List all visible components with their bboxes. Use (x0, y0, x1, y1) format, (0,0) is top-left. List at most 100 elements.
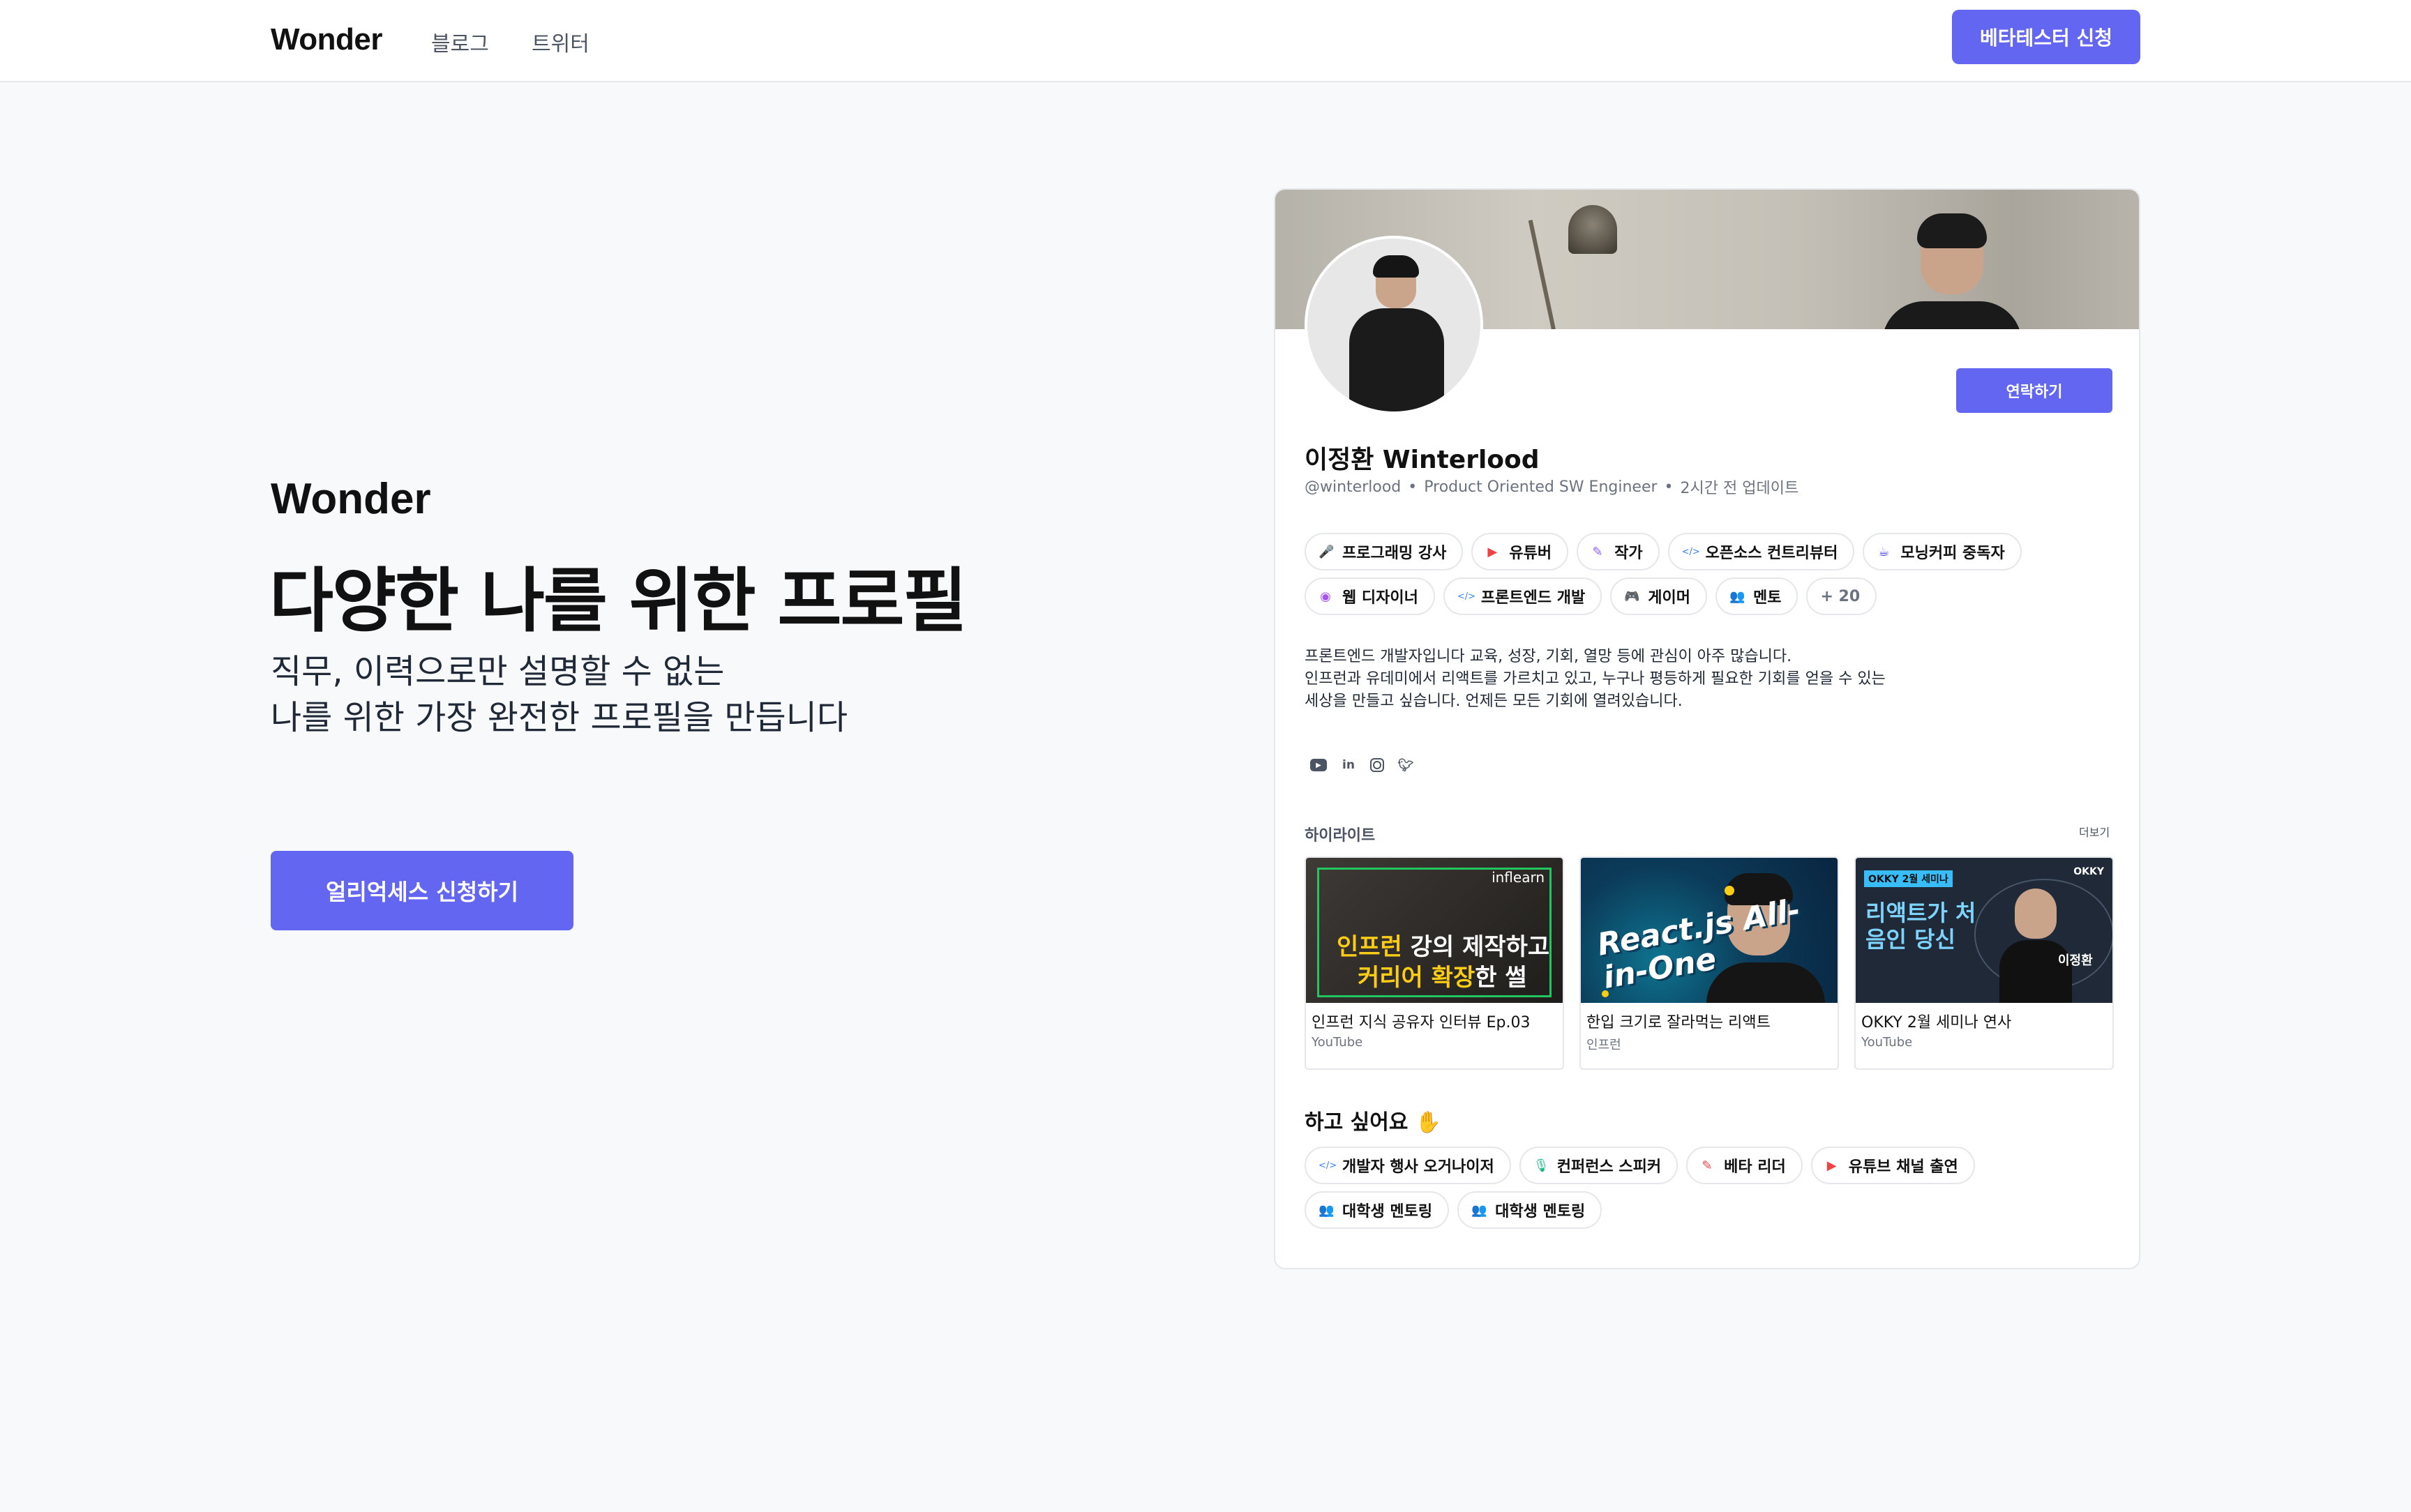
hero-subtitle: 직무, 이력으로만 설명할 수 없는 나를 위한 가장 완전한 프로필을 만듭니… (271, 649, 848, 741)
chip-label: 프론트엔드 개발 (1480, 589, 1586, 607)
mentor-icon: 👥 (1471, 1202, 1487, 1218)
contact-button[interactable]: 연락하기 (1956, 368, 2112, 413)
highlight-thumbnail: React.js All-in-One (1581, 858, 1838, 1003)
instagram-icon[interactable] (1370, 758, 1384, 772)
highlights-list: inflearn 인프런 강의 제작하고 커리어 확장한 썰 인프런 지식 공유… (1305, 856, 2114, 1070)
hero-subtitle-line: 직무, 이력으로만 설명할 수 없는 (271, 652, 725, 691)
chip-label: 멘토 (1752, 589, 1782, 607)
okky-logo: OKKY (2073, 866, 2104, 877)
profile-meta: @winterlood • Product Oriented SW Engine… (1305, 476, 1798, 498)
highlight-title: 인프런 지식 공유자 인터뷰 Ep.03 (1312, 1014, 1531, 1031)
hero-subtitle-line: 나를 위한 가장 완전한 프로필을 만듭니다 (271, 698, 848, 737)
profile-tag-chip[interactable]: 👥 멘토 (1715, 577, 1798, 615)
thumbnail-tag: OKKY 2월 세미나 (1864, 870, 1953, 887)
wants-list: </> 개발자 행사 오거나이저 🎙 컨퍼런스 스피커 ✎ 베타 리더 ▶ 유튜브 채널 출연… (1305, 1147, 2072, 1229)
highlight-thumbnail: OKKY 2월 세미나 OKKY 리액트가 처음인 당신 이정환 (1856, 858, 2112, 1003)
chip-label: 개발자 행사 오거나이저 (1342, 1158, 1494, 1176)
coffee-icon: ☕ (1878, 544, 1890, 559)
profile-tag-chip[interactable]: ✎ 작가 (1577, 533, 1660, 570)
chip-label: 유튜브 채널 출연 (1848, 1158, 1958, 1176)
pen-icon: ✎ (1592, 544, 1603, 559)
highlight-source: 인프런 (1586, 1038, 1621, 1052)
want-chip[interactable]: </> 개발자 행사 오거나이저 (1305, 1147, 1511, 1184)
profile-handle: @winterlood (1305, 478, 1402, 496)
profile-updated: 2시간 전 업데이트 (1680, 480, 1799, 497)
profile-tag-chip[interactable]: 🎮 게이머 (1610, 577, 1707, 615)
top-nav: Wonder 블로그 트위터 베타테스터 신청 (0, 0, 2411, 82)
nav-link-twitter[interactable]: 트위터 (532, 27, 589, 57)
chip-label: 모닝커피 중독자 (1900, 545, 2005, 562)
avatar (1305, 236, 1483, 414)
chip-label: 대학생 멘토링 (1495, 1203, 1586, 1220)
highlight-card[interactable]: inflearn 인프런 강의 제작하고 커리어 확장한 썰 인프런 지식 공유… (1305, 856, 1564, 1070)
highlights-more-link[interactable]: 더보기 (2079, 823, 2110, 840)
want-chip[interactable]: ▶ 유튜브 채널 출연 (1810, 1147, 1975, 1184)
highlight-thumbnail: inflearn 인프런 강의 제작하고 커리어 확장한 썰 (1306, 858, 1563, 1003)
hero-brand: Wonder (271, 475, 431, 523)
youtube-icon: ▶ (1826, 1158, 1837, 1173)
bio-line: 인프런과 유데미에서 리액트를 가르치고 있고, 누구나 평등하게 필요한 기회… (1305, 670, 1886, 688)
twitter-icon[interactable]: 🐦︎ (1398, 757, 1414, 773)
thumbnail-text: 커리어 확장한 썰 (1358, 964, 1527, 992)
profile-tag-chip[interactable]: </> 오픈소스 컨트리뷰터 (1667, 533, 1855, 570)
highlight-title: OKKY 2월 세미나 연사 (1861, 1014, 2012, 1031)
linkedin-icon[interactable]: in (1341, 757, 1356, 773)
chip-label: 웹 디자이너 (1342, 589, 1418, 607)
profile-tags: 🎤 프로그래밍 강사 ▶ 유튜버 ✎ 작가 </> 오픈소스 컨트리뷰터 ☕ 모닝커피 중독자 ◉ 웹… (1305, 533, 2128, 615)
separator-dot: • (1408, 478, 1418, 496)
highlight-card[interactable]: OKKY 2월 세미나 OKKY 리액트가 처음인 당신 이정환 OKKY 2월… (1854, 856, 2114, 1070)
profile-tag-chip[interactable]: ◉ 웹 디자이너 (1305, 577, 1435, 615)
want-chip[interactable]: 👥 대학생 멘토링 (1457, 1191, 1602, 1229)
chip-label: 오픈소스 컨트리뷰터 (1705, 545, 1838, 562)
cover-person (1875, 213, 2022, 329)
hero-title: 다양한 나를 위한 프로필 (269, 560, 967, 642)
youtube-icon[interactable]: ▶ (1310, 759, 1327, 771)
profile-tag-chip[interactable]: </> 프론트엔드 개발 (1443, 577, 1602, 615)
want-chip[interactable]: 🎙 컨퍼런스 스피커 (1519, 1147, 1678, 1184)
chip-label: 대학생 멘토링 (1342, 1203, 1433, 1220)
highlight-card[interactable]: React.js All-in-One 한입 크기로 잘라먹는 리액트 인프런 (1579, 856, 1839, 1070)
profile-name: 이정환 Winterlood (1305, 446, 1540, 474)
gamepad-icon: 🎮 (1624, 589, 1640, 604)
highlights-title: 하이라이트 (1305, 827, 1376, 845)
chip-label: 게이머 (1648, 589, 1690, 607)
want-chip[interactable]: ✎ 베타 리더 (1686, 1147, 1803, 1184)
chip-label: 컨퍼런스 스피커 (1556, 1158, 1662, 1176)
lamp-head (1568, 205, 1617, 254)
beta-tester-apply-button[interactable]: 베타테스터 신청 (1952, 10, 2140, 64)
highlight-source: YouTube (1861, 1035, 1913, 1050)
logo[interactable]: Wonder (271, 22, 382, 57)
early-access-button[interactable]: 얼리억세스 신청하기 (271, 851, 573, 930)
highlight-source: YouTube (1312, 1035, 1363, 1050)
want-chip[interactable]: 👥 대학생 멘토링 (1305, 1191, 1450, 1229)
profile-tag-chip[interactable]: 🎤 프로그래밍 강사 (1305, 533, 1464, 570)
thumbnail-text: 인프런 강의 제작하고 (1337, 933, 1550, 961)
highlight-title: 한입 크기로 잘라먹는 리액트 (1586, 1014, 1771, 1031)
more-tags-chip[interactable]: + 20 (1806, 577, 1877, 615)
nav-link-blog[interactable]: 블로그 (431, 27, 489, 57)
mentor-icon: 👥 (1319, 1202, 1335, 1218)
youtube-icon: ▶ (1487, 544, 1498, 559)
chip-label: 작가 (1614, 545, 1643, 562)
palette-icon: ◉ (1320, 589, 1331, 604)
profile-card: 연락하기 이정환 Winterlood @winterlood • Produc… (1274, 188, 2140, 1269)
code-icon: </> (1457, 591, 1476, 602)
thumbnail-name: 이정환 (2058, 953, 2093, 968)
profile-role: Product Oriented SW Engineer (1424, 478, 1658, 496)
pen-icon: ✎ (1702, 1158, 1713, 1173)
mic-icon: 🎤 (1319, 544, 1335, 559)
chip-label: 베타 리더 (1724, 1158, 1786, 1176)
thumbnail-text: 리액트가 처음인 당신 (1865, 900, 1976, 953)
bio-line: 프론트엔드 개발자입니다 교육, 성장, 기회, 열망 등에 관심이 아주 많습… (1305, 648, 1792, 665)
code-icon: </> (1681, 546, 1700, 557)
mentor-icon: 👥 (1729, 589, 1745, 604)
profile-tag-chip[interactable]: ☕ 모닝커피 중독자 (1863, 533, 2022, 570)
mic-icon: 🎙 (1533, 1158, 1549, 1173)
profile-tag-chip[interactable]: ▶ 유튜버 (1471, 533, 1569, 570)
profile-bio: 프론트엔드 개발자입니다 교육, 성장, 기회, 열망 등에 관심이 아주 많습… (1305, 646, 2114, 713)
bio-line: 세상을 만들고 싶습니다. 언제든 모든 기회에 열려있습니다. (1305, 693, 1683, 710)
code-icon: </> (1319, 1160, 1337, 1171)
social-links: ▶ in 🐦︎ (1310, 757, 1413, 773)
wants-title: 하고 싶어요 ✋ (1305, 1110, 1442, 1135)
separator-dot: • (1664, 478, 1674, 496)
